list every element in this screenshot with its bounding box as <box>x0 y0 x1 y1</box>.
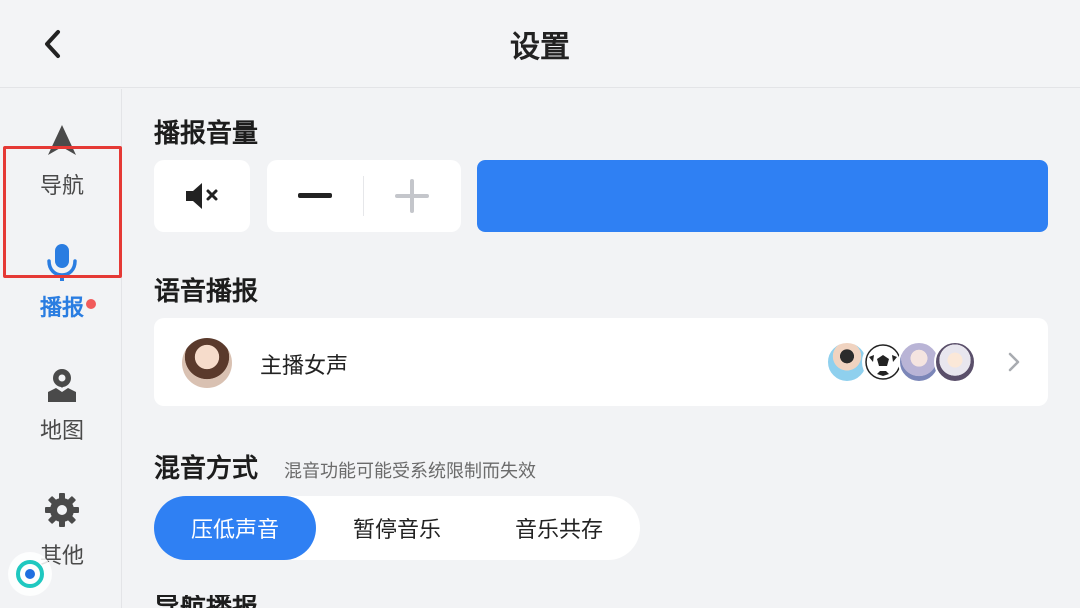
section-title-volume: 播报音量 <box>154 119 259 149</box>
minus-icon <box>298 193 332 198</box>
mix-mode-note: 混音功能可能受系统限制而失效 <box>284 461 537 482</box>
watermark-logo <box>8 552 52 596</box>
mix-option-lower-voice[interactable]: 压低声音 <box>154 496 316 560</box>
microphone-icon <box>47 244 77 281</box>
speaker-mute-icon <box>186 183 218 209</box>
gear-icon <box>45 493 79 527</box>
volume-decrease-button[interactable] <box>267 160 363 232</box>
mix-option-pause-music[interactable]: 暂停音乐 <box>316 496 478 560</box>
volume-stepper <box>267 160 461 232</box>
mute-button[interactable] <box>154 160 250 232</box>
sidebar-item-map[interactable]: 地图 <box>4 340 120 470</box>
section-title-nav-broadcast: 导航播报 <box>154 595 258 608</box>
navigation-arrow-icon <box>48 125 76 155</box>
volume-slider[interactable] <box>477 160 1048 232</box>
notification-dot <box>86 299 96 309</box>
sidebar-item-label: 地图 <box>39 419 84 444</box>
voice-avatar-stack <box>826 341 986 385</box>
mix-option-coexist[interactable]: 音乐共存 <box>478 496 640 560</box>
sidebar-item-label: 播报 <box>39 296 84 321</box>
selected-voice-name: 主播女声 <box>260 354 349 379</box>
map-pin-icon <box>48 369 76 402</box>
voice-selector-row[interactable]: 主播女声 <box>154 318 1048 406</box>
selected-voice-avatar <box>182 338 232 388</box>
sidebar-item-navigation[interactable]: 导航 <box>4 95 120 225</box>
volume-slider-fill <box>477 160 1048 232</box>
chevron-right-icon <box>1008 352 1020 372</box>
settings-content: 播报音量 语音播报 主播女声 混音方式 混音功能可能受系统限制而失效 压低声音 … <box>122 89 1080 608</box>
section-title-mix: 混音方式 <box>154 454 259 484</box>
section-title-voice: 语音播报 <box>154 277 259 307</box>
sidebar-item-broadcast[interactable]: 播报 <box>4 217 120 347</box>
sidebar: 导航 播报 地图 其他 <box>0 89 122 608</box>
sidebar-item-label: 导航 <box>39 174 84 199</box>
plus-icon <box>395 179 429 213</box>
volume-increase-button[interactable] <box>364 160 460 232</box>
mix-mode-segmented-control: 压低声音 暂停音乐 音乐共存 <box>154 496 640 560</box>
voice-avatar-anime-character <box>934 341 976 383</box>
page-title: 设置 <box>510 30 570 65</box>
header-bar: 设置 <box>0 0 1080 88</box>
mix-mode-header: 混音方式 混音功能可能受系统限制而失效 <box>154 448 536 485</box>
